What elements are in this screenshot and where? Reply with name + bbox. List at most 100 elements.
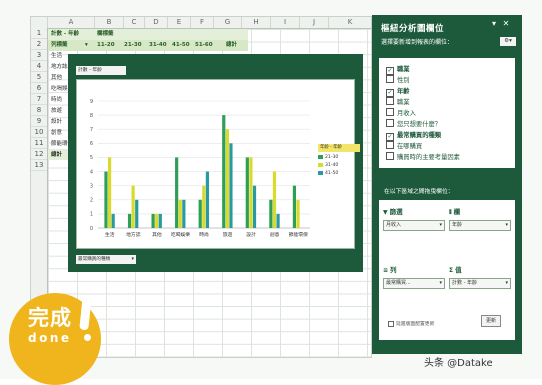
row-header[interactable]: 4 bbox=[31, 61, 47, 72]
chip-label: 年齡 bbox=[452, 222, 463, 228]
legend-entry: 41-50 bbox=[318, 170, 338, 178]
row-header[interactable]: 9 bbox=[31, 116, 47, 127]
area-field-chip[interactable]: 年齡 ▾ bbox=[449, 220, 511, 231]
area-field-chip[interactable]: 月收入 ▾ bbox=[383, 220, 445, 231]
filter-icon: ▼ bbox=[383, 209, 388, 216]
field-item[interactable]: 月收入 bbox=[386, 108, 416, 117]
chevron-down-icon[interactable]: ▾ bbox=[439, 221, 442, 230]
column-header[interactable]: B bbox=[95, 17, 124, 28]
column-group[interactable]: 51-60 bbox=[195, 40, 213, 51]
gear-icon[interactable]: ⚙▾ bbox=[500, 37, 516, 46]
checkbox[interactable] bbox=[386, 108, 394, 116]
y-tick-label: 0 bbox=[90, 226, 93, 232]
row-label[interactable]: 設計 bbox=[51, 117, 62, 128]
field-item[interactable]: ✓ 最常購買的種類 bbox=[386, 130, 441, 141]
column-header[interactable]: K bbox=[329, 17, 371, 28]
checkbox-checked[interactable]: ✓ bbox=[386, 67, 394, 75]
filter-dropdown-icon[interactable]: ▾ bbox=[85, 40, 88, 51]
column-group[interactable]: 41-50 bbox=[172, 40, 190, 51]
area-title: 值 bbox=[455, 266, 462, 274]
bar-21-30 bbox=[222, 115, 226, 228]
row-header[interactable]: 6 bbox=[31, 83, 47, 94]
field-item[interactable]: ✓ 年齡 bbox=[386, 86, 410, 97]
row-header[interactable]: 8 bbox=[31, 105, 47, 116]
column-header[interactable]: G bbox=[214, 17, 242, 28]
row-label[interactable]: 時尚 bbox=[51, 95, 62, 106]
area-values[interactable]: Σ值 計數 - 年齡 ▾ bbox=[449, 266, 511, 289]
field-item[interactable]: 您只想要什麼？ bbox=[386, 119, 441, 128]
bar-31-40 bbox=[272, 171, 277, 228]
field-item[interactable]: 職業 bbox=[386, 97, 410, 106]
area-header: ▼ 篩選 bbox=[383, 208, 445, 217]
row-header[interactable]: 3 bbox=[31, 50, 47, 61]
pivot-filter-label[interactable]: 計數 - 年齡 bbox=[51, 29, 79, 40]
x-tick-label: 吃喝娛樂 bbox=[171, 231, 190, 238]
column-group[interactable]: 31-40 bbox=[149, 40, 167, 51]
row-label[interactable]: 地方誌 bbox=[51, 62, 68, 73]
chart-value-field-button[interactable]: 計數 - 年齡 bbox=[76, 66, 126, 75]
row-label[interactable]: 旅遊 bbox=[51, 106, 62, 117]
column-header[interactable]: D bbox=[145, 17, 168, 28]
chevron-down-icon[interactable]: ▾ bbox=[505, 279, 508, 288]
column-header[interactable]: I bbox=[271, 17, 300, 28]
field-item[interactable]: ✓ 職業 bbox=[386, 64, 410, 75]
column-header[interactable]: A bbox=[48, 17, 95, 28]
field-item[interactable]: 在哪購買 bbox=[386, 141, 422, 150]
column-group[interactable]: 11-20 bbox=[97, 40, 115, 51]
row-label-total[interactable]: 總計 bbox=[51, 150, 62, 161]
row-header[interactable]: 2 bbox=[31, 39, 47, 50]
checkbox-checked[interactable]: ✓ bbox=[386, 89, 394, 97]
defer-layout-update[interactable]: 延遲版面配置更新 bbox=[388, 320, 434, 327]
area-header: ⦀ 欄 bbox=[449, 208, 511, 217]
field-item[interactable]: 購買時的主要考量因素 bbox=[386, 152, 460, 161]
row-label[interactable]: 其他 bbox=[51, 73, 62, 84]
checkbox[interactable] bbox=[386, 141, 394, 149]
area-rows[interactable]: ≡ 列 最常購買... ▾ bbox=[383, 266, 445, 289]
area-columns[interactable]: ⦀ 欄 年齡 ▾ bbox=[449, 208, 511, 231]
row-header[interactable]: 10 bbox=[31, 127, 47, 138]
column-group[interactable]: 21-30 bbox=[124, 40, 142, 51]
chart-axis-field-button[interactable]: 最常購買的種類 ▾ bbox=[76, 255, 136, 264]
chevron-down-icon[interactable]: ▾ bbox=[439, 279, 442, 288]
select-all-corner[interactable] bbox=[31, 17, 48, 28]
pane-options-icon[interactable]: ▾ bbox=[492, 19, 496, 28]
row-header[interactable]: 1 bbox=[31, 28, 47, 39]
bar-21-30 bbox=[292, 185, 297, 228]
pane-controls: ▾ ✕ bbox=[492, 19, 509, 28]
area-field-chip[interactable]: 最常購買... ▾ bbox=[383, 278, 445, 289]
row-header[interactable]: 13 bbox=[31, 160, 47, 171]
area-filters[interactable]: ▼ 篩選 月收入 ▾ bbox=[383, 208, 445, 231]
bar-31-40 bbox=[249, 157, 253, 228]
close-icon[interactable]: ✕ bbox=[503, 19, 510, 28]
row-label[interactable]: 創意 bbox=[51, 128, 62, 139]
pivot-column-label[interactable]: 欄標籤 bbox=[97, 29, 114, 40]
legend-field-button[interactable]: 年齡 - 年齡 bbox=[318, 144, 360, 152]
checkbox-checked[interactable]: ✓ bbox=[386, 133, 394, 141]
rows-icon: ≡ bbox=[383, 267, 389, 274]
row-header[interactable]: 5 bbox=[31, 72, 47, 83]
pivot-row-label[interactable]: 列標籤 bbox=[51, 40, 68, 51]
column-header[interactable]: E bbox=[168, 17, 191, 28]
column-header[interactable]: C bbox=[124, 17, 145, 28]
bar-21-30 bbox=[104, 171, 108, 228]
update-button[interactable]: 更新 bbox=[481, 315, 501, 327]
column-group[interactable]: 總計 bbox=[226, 40, 237, 51]
column-header[interactable]: H bbox=[242, 17, 271, 28]
column-header[interactable]: J bbox=[300, 17, 329, 28]
column-header[interactable]: F bbox=[191, 17, 214, 28]
row-label[interactable]: 生活 bbox=[51, 51, 62, 62]
row-header[interactable]: 7 bbox=[31, 94, 47, 105]
checkbox[interactable] bbox=[386, 119, 394, 127]
legend-entry: 31-40 bbox=[318, 162, 338, 170]
field-label: 月收入 bbox=[397, 110, 416, 117]
checkbox[interactable] bbox=[386, 75, 394, 83]
area-field-chip[interactable]: 計數 - 年齡 ▾ bbox=[449, 278, 511, 289]
row-header[interactable]: 11 bbox=[31, 138, 47, 149]
checkbox[interactable] bbox=[386, 152, 394, 160]
checkbox[interactable] bbox=[388, 320, 394, 327]
field-item[interactable]: 性別 bbox=[386, 75, 410, 84]
chevron-down-icon[interactable]: ▾ bbox=[505, 221, 508, 230]
checkbox[interactable] bbox=[386, 97, 394, 105]
row-header[interactable]: 12 bbox=[31, 149, 47, 160]
exclamation-dot-icon bbox=[84, 334, 91, 341]
